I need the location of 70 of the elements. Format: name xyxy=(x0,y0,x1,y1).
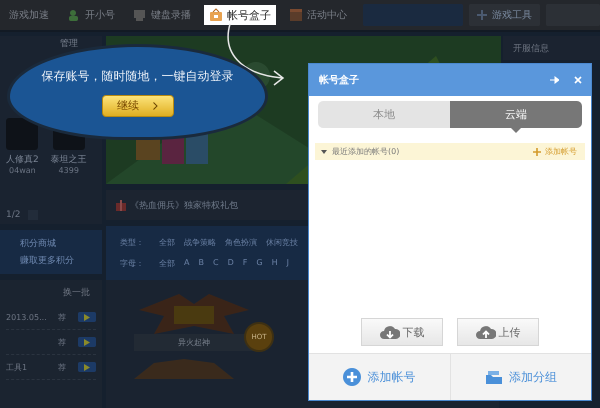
download-button[interactable]: 下载 xyxy=(361,318,443,346)
close-button[interactable] xyxy=(573,75,583,85)
filter-option[interactable]: J xyxy=(286,258,289,269)
list-item[interactable]: 工具1 xyxy=(6,362,58,372)
add-group-button[interactable]: 添加分组 xyxy=(450,354,591,400)
nav-icon xyxy=(209,8,223,22)
list-item[interactable]: 2013.05... xyxy=(6,312,58,322)
nav-item[interactable]: 键盘录播 xyxy=(128,5,196,25)
plus-icon xyxy=(477,10,487,20)
cloud-upload-icon xyxy=(476,325,496,339)
filter-option[interactable]: C xyxy=(212,258,219,269)
play-icon xyxy=(84,338,90,346)
game-thumbnail[interactable] xyxy=(6,118,38,150)
gift-icon xyxy=(116,200,126,210)
list-tag: 荐 xyxy=(58,362,66,372)
nav-item[interactable]: 帐号盒子 xyxy=(204,5,276,25)
filter-option[interactable]: 全部 xyxy=(159,237,175,248)
filter-option[interactable]: 角色扮演 xyxy=(225,237,257,248)
upload-button[interactable]: 上传 xyxy=(457,318,539,346)
tooltip-message: 保存账号，随时随地，一键自动登录 xyxy=(42,68,234,84)
chevron-icon xyxy=(153,102,158,110)
filter-option[interactable]: A xyxy=(184,258,190,269)
tab[interactable]: 本地 xyxy=(318,101,450,128)
game-source: 04wan xyxy=(9,166,36,175)
play-icon xyxy=(84,364,90,370)
caret-icon xyxy=(321,150,327,154)
continue-button[interactable]: 继续 xyxy=(102,94,174,116)
play-button[interactable] xyxy=(78,312,96,322)
play-button[interactable] xyxy=(78,337,96,347)
cloud-download-icon xyxy=(380,325,400,339)
tab-pointer-icon xyxy=(511,128,521,133)
refresh-link[interactable]: 换一批 xyxy=(63,286,90,299)
nav-icon xyxy=(289,8,303,22)
dialog-title: 帐号盒子 xyxy=(319,74,359,87)
filter-label: 字母： xyxy=(120,258,144,269)
filter-label: 类型： xyxy=(120,237,144,248)
filter-option[interactable]: B xyxy=(198,258,204,269)
list-tag: 荐 xyxy=(58,312,66,322)
filter-option[interactable]: G xyxy=(256,258,263,269)
game-source: 4399 xyxy=(58,166,79,175)
group-header[interactable]: 最近添加的帐号(0) xyxy=(321,146,400,157)
filter-option[interactable]: H xyxy=(272,258,278,269)
page-indicator: 1/2 xyxy=(6,210,20,220)
manage-link[interactable]: 管理 xyxy=(60,37,78,50)
plus-circle-icon xyxy=(343,368,362,386)
play-button[interactable] xyxy=(78,362,96,372)
add-account-link[interactable]: 添加帐号 xyxy=(533,146,577,157)
list-tag: 荐 xyxy=(58,336,66,348)
gift-link[interactable]: 《热血佣兵》独家特权礼包 xyxy=(116,198,238,212)
nav-item[interactable]: 活动中心 xyxy=(284,5,352,25)
folder-icon xyxy=(484,370,503,384)
nav-item[interactable]: 开小号 xyxy=(62,5,120,25)
filter-option[interactable]: 休闲竞技 xyxy=(266,237,298,248)
filter-option[interactable]: F xyxy=(242,258,248,269)
plus-icon xyxy=(533,148,541,156)
game-name[interactable]: 人修真2 xyxy=(6,153,39,166)
add-account-button[interactable]: 添加帐号 xyxy=(309,354,450,400)
nav-item[interactable]: 游戏加速 xyxy=(4,5,54,25)
close-icon xyxy=(574,76,582,84)
section-title: 开服信息 xyxy=(513,42,549,54)
filter-option[interactable]: 战争策略 xyxy=(184,237,216,248)
nav-icon xyxy=(133,8,147,22)
filter-option[interactable]: D xyxy=(228,258,234,269)
game-name[interactable]: 泰坦之王 xyxy=(50,153,87,166)
filter-option[interactable]: 全部 xyxy=(159,258,175,269)
tools-button[interactable]: 游戏工具 xyxy=(469,4,540,26)
play-icon xyxy=(84,314,90,320)
points-link[interactable]: 赚取更多积分 xyxy=(20,254,102,267)
points-link[interactable]: 积分商城 xyxy=(20,237,102,250)
nav-icon xyxy=(67,8,81,22)
